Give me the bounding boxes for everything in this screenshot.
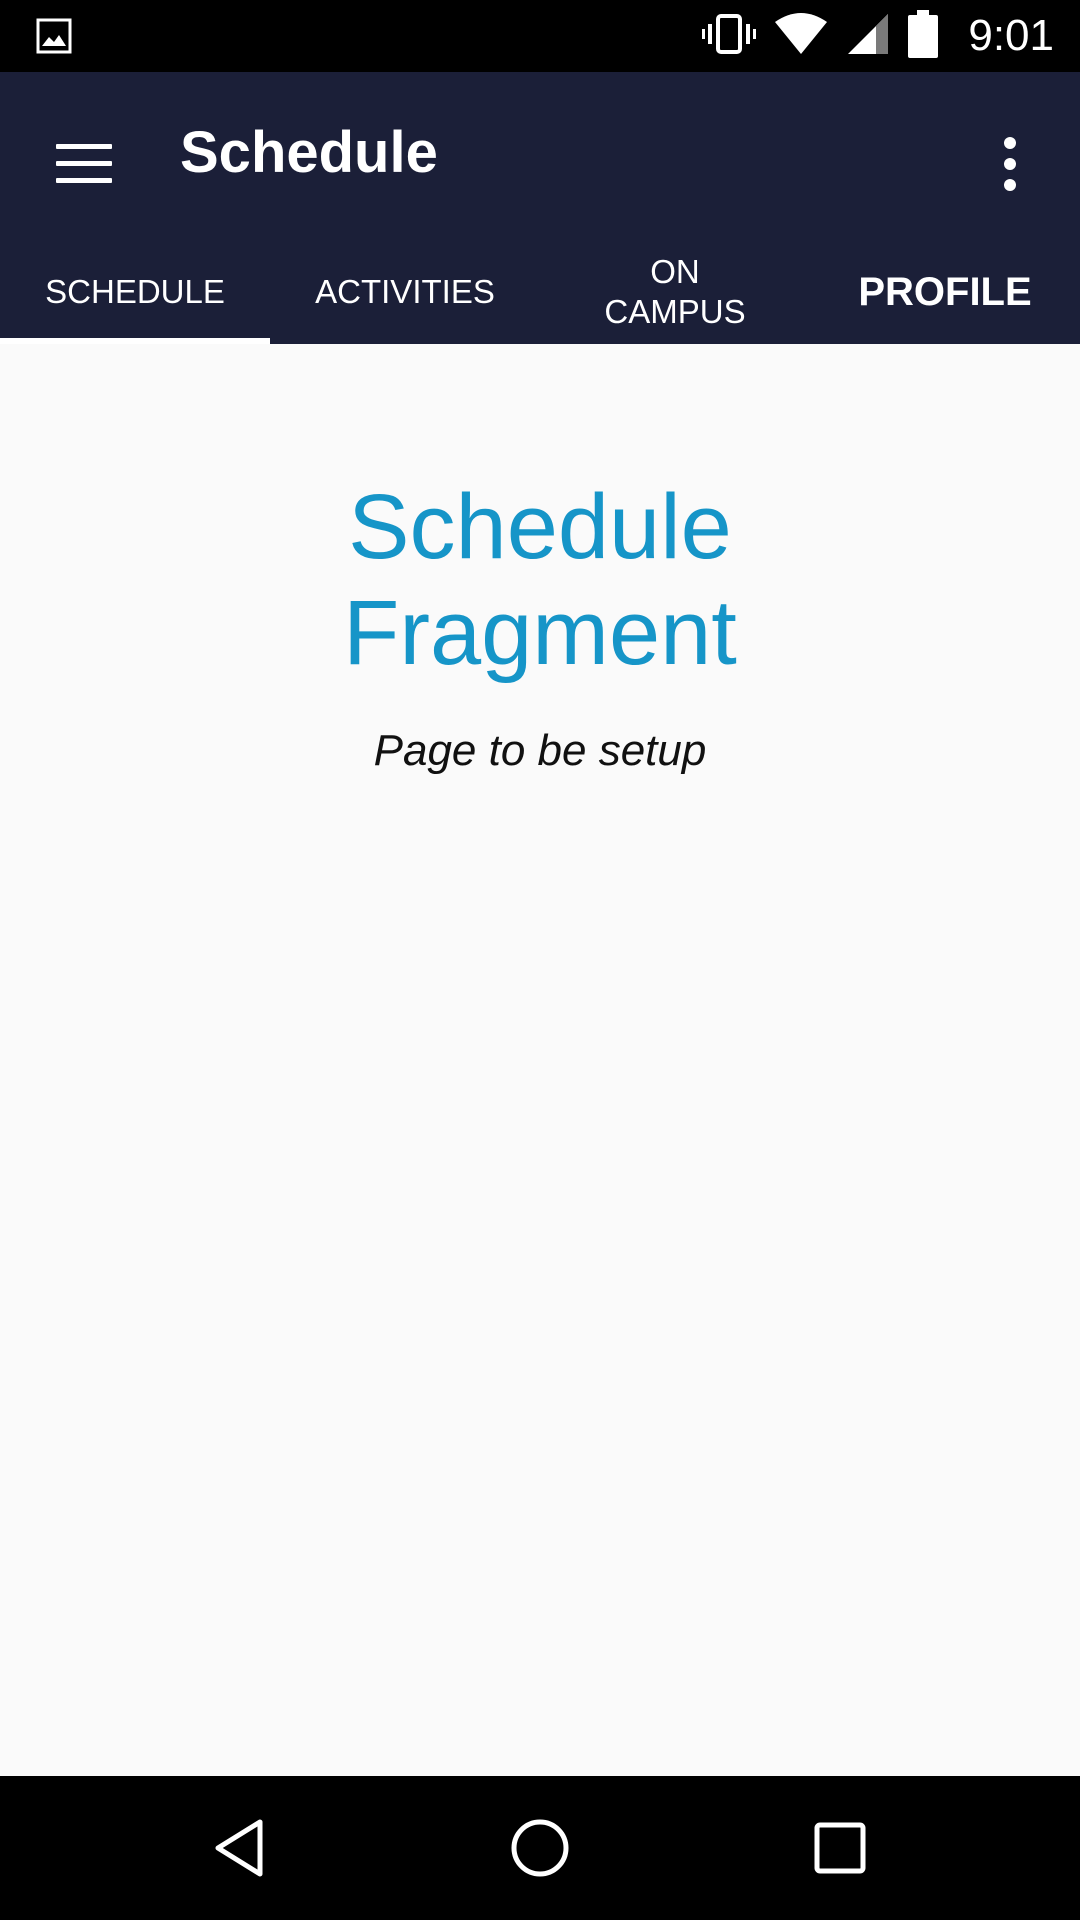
home-icon (511, 1819, 569, 1877)
tab-label-line2: CAMPUS (604, 293, 746, 330)
tab-schedule[interactable]: SCHEDULE (0, 240, 270, 344)
fragment-subtitle: Page to be setup (373, 726, 707, 775)
vibrate-icon (702, 12, 757, 61)
tab-activities[interactable]: ACTIVITIES (270, 240, 540, 344)
image-notification-icon (36, 18, 72, 54)
tab-label: ON CAMPUS (604, 252, 745, 331)
more-vert-icon-dot (1004, 179, 1016, 191)
tab-on-campus[interactable]: ON CAMPUS (540, 240, 810, 344)
cell-signal-icon (846, 12, 890, 61)
fragment-title-line1: Schedule (348, 476, 732, 578)
fragment-title: Schedule Fragment (0, 474, 1080, 686)
status-icons: 9:01 (702, 8, 1054, 64)
tab-profile[interactable]: PROFILE (810, 240, 1080, 344)
tab-label: SCHEDULE (45, 273, 225, 311)
more-vert-icon-dot (1004, 158, 1016, 170)
overflow-menu-button[interactable] (960, 114, 1060, 214)
tab-bar: SCHEDULE ACTIVITIES ON CAMPUS PROFILE (0, 240, 1080, 344)
back-button[interactable] (190, 1798, 290, 1898)
menu-button[interactable] (34, 114, 134, 214)
toolbar: Schedule (0, 72, 1080, 240)
recents-icon (814, 1822, 866, 1874)
app-bar: Schedule SCHEDULE ACTIVITIES ON CAMPUS P… (0, 72, 1080, 344)
navigation-bar (0, 1776, 1080, 1920)
page-title: Schedule (180, 120, 438, 185)
tab-label-line1: ON (650, 253, 700, 291)
recents-button[interactable] (790, 1798, 890, 1898)
hamburger-menu-icon (56, 144, 112, 184)
more-vert-icon (1004, 137, 1016, 149)
tab-label: ACTIVITIES (315, 273, 495, 311)
wifi-icon (774, 12, 828, 61)
tab-label: PROFILE (858, 270, 1032, 314)
status-bar: 9:01 (0, 0, 1080, 72)
home-button[interactable] (490, 1798, 590, 1898)
fragment-title-line2: Fragment (343, 582, 737, 684)
back-icon (215, 1819, 263, 1877)
content-area: Schedule Fragment Page to be setup (0, 344, 1080, 1776)
status-time: 9:01 (968, 11, 1054, 60)
battery-icon (908, 9, 939, 63)
